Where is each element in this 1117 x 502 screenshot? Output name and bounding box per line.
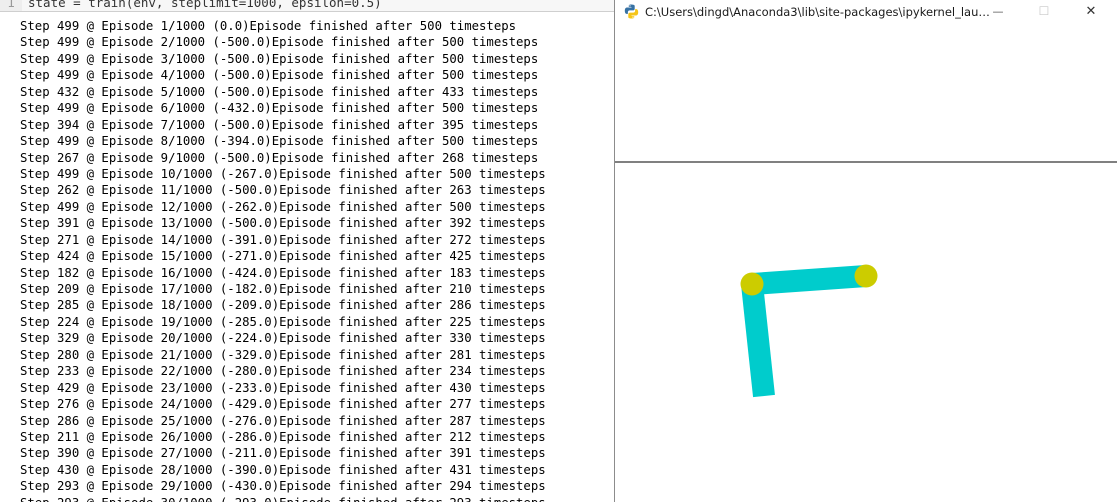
output-line: Step 271 @ Episode 14/1000 (-391.0)Episo… <box>20 232 546 247</box>
upper-link <box>741 282 775 398</box>
window-titlebar[interactable]: C:\Users\dingd\Anaconda3\lib\site-packag… <box>615 0 1117 23</box>
output-line: Step 293 @ Episode 30/1000 (-293.0)Episo… <box>20 495 614 502</box>
desktop: 1 state = train(env, steplimit=1000, epsi… <box>0 0 1117 502</box>
close-icon: ✕ <box>1085 3 1097 19</box>
render-window: C:\Users\dingd\Anaconda3\lib\site-packag… <box>614 0 1117 502</box>
output-line: Step 329 @ Episode 20/1000 (-224.0)Episo… <box>20 331 546 346</box>
code-cell[interactable]: 1 state = train(env, steplimit=1000, epsi… <box>0 0 614 12</box>
output-line: Step 276 @ Episode 24/1000 (-429.0)Episo… <box>20 397 546 412</box>
output-line: Step 499 @ Episode 1/1000 (0.0)Episode f… <box>20 19 517 33</box>
maximize-button[interactable]: ☐ <box>1021 0 1067 22</box>
code-line: state = train(env, steplimit=1000, epsil… <box>28 0 382 10</box>
close-button[interactable]: ✕ <box>1068 0 1114 22</box>
output-line: Step 209 @ Episode 17/1000 (-182.0)Episo… <box>20 282 546 296</box>
cell-output: Step 499 @ Episode 1/1000 (0.0)Episode f… <box>20 18 614 502</box>
output-line: Step 390 @ Episode 27/1000 (-211.0)Episo… <box>20 446 546 461</box>
output-line: Step 430 @ Episode 28/1000 (-390.0)Episo… <box>20 462 546 477</box>
output-line: Step 182 @ Episode 16/1000 (-424.0)Episo… <box>20 265 546 280</box>
base-joint <box>740 272 764 296</box>
output-line: Step 424 @ Episode 15/1000 (-271.0)Episo… <box>20 249 546 264</box>
window-title: C:\Users\dingd\Anaconda3\lib\site-packag… <box>645 5 995 19</box>
output-line: Step 267 @ Episode 9/1000 (-500.0)Episod… <box>20 150 539 165</box>
output-line: Step 432 @ Episode 5/1000 (-500.0)Episod… <box>20 84 539 99</box>
output-line: Step 280 @ Episode 21/1000 (-329.0)Episo… <box>20 347 546 362</box>
minimize-button[interactable]: — <box>975 0 1021 22</box>
output-line: Step 233 @ Episode 22/1000 (-280.0)Episo… <box>20 364 546 379</box>
render-canvas <box>615 23 1117 502</box>
output-line: Step 499 @ Episode 2/1000 (-500.0)Episod… <box>20 35 539 50</box>
output-line: Step 499 @ Episode 10/1000 (-267.0)Episo… <box>20 166 546 181</box>
output-line: Step 499 @ Episode 8/1000 (-394.0)Episod… <box>20 134 539 149</box>
lower-link <box>751 265 867 295</box>
output-line: Step 499 @ Episode 6/1000 (-432.0)Episod… <box>20 101 539 116</box>
python-icon <box>624 4 639 19</box>
output-line: Step 499 @ Episode 4/1000 (-500.0)Episod… <box>20 68 539 83</box>
minimize-icon: — <box>992 4 1004 18</box>
output-line: Step 285 @ Episode 18/1000 (-209.0)Episo… <box>20 298 546 313</box>
output-line: Step 224 @ Episode 19/1000 (-285.0)Episo… <box>20 314 546 329</box>
output-line: Step 499 @ Episode 12/1000 (-262.0)Episo… <box>20 199 546 214</box>
output-line: Step 286 @ Episode 25/1000 (-276.0)Episo… <box>20 413 546 428</box>
elbow-joint <box>854 264 878 288</box>
output-line: Step 262 @ Episode 11/1000 (-500.0)Episo… <box>20 183 546 198</box>
output-line: Step 394 @ Episode 7/1000 (-500.0)Episod… <box>20 117 539 132</box>
output-line: Step 293 @ Episode 29/1000 (-430.0)Episo… <box>20 479 546 494</box>
output-line: Step 391 @ Episode 13/1000 (-500.0)Episo… <box>20 216 546 231</box>
code-line-number: 1 <box>0 0 22 11</box>
notebook-panel: 1 state = train(env, steplimit=1000, epsi… <box>0 0 614 502</box>
output-line: Step 429 @ Episode 23/1000 (-233.0)Episo… <box>20 380 546 395</box>
canvas-background <box>615 23 1117 502</box>
maximize-icon: ☐ <box>1038 4 1050 18</box>
output-line: Step 211 @ Episode 26/1000 (-286.0)Episo… <box>20 429 546 444</box>
output-line: Step 499 @ Episode 3/1000 (-500.0)Episod… <box>20 51 539 66</box>
